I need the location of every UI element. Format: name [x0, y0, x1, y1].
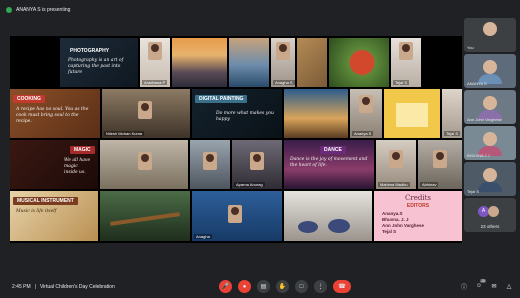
- meet-window: ANANYA S is presenting PHOTOGRAPHY Photo…: [0, 0, 520, 298]
- credits-title: Credits: [405, 194, 431, 202]
- people-icon[interactable]: ☺ 28: [474, 279, 486, 291]
- participant-video: Anagha: [192, 191, 282, 241]
- dance-tile: DANCE Dance is the joy of movement and t…: [284, 140, 374, 189]
- participant-tile[interactable]: ANANYA S: [464, 54, 516, 88]
- painting-artwork: [284, 89, 348, 138]
- participant-video: [100, 140, 188, 189]
- participant-video: Aradhana P: [140, 38, 170, 87]
- captions-icon[interactable]: ▤: [257, 280, 270, 293]
- present-icon: [6, 6, 12, 13]
- participant-name: BHUVNA J J: [467, 153, 490, 158]
- dance-quote: Dance is the joy of movement and the hea…: [290, 157, 368, 168]
- digital-painting-title: DIGITAL PAINTING: [195, 95, 248, 103]
- participant-video: Aparna Anurag: [232, 140, 282, 189]
- participant-name: Aparna Anurag: [234, 182, 265, 187]
- others-tile[interactable]: A 23 others: [464, 198, 516, 232]
- raise-hand-icon[interactable]: ✋: [276, 280, 289, 293]
- cooking-tile: COOKING A recipe has no soul. You as the…: [10, 89, 100, 138]
- participant-video: Abhinav: [418, 140, 462, 189]
- photography-title: PHOTOGRAPHY: [70, 48, 110, 54]
- participant-name: Anagha: [194, 234, 212, 239]
- participant-name: Tejal S: [444, 131, 461, 136]
- musical-instrument-title: MUSICAL INSTRUMENT: [13, 197, 78, 205]
- participant-name: Ann John Varghese: [467, 117, 502, 122]
- cooking-quote: A recipe has no soul. You as the cook mu…: [16, 107, 89, 124]
- participant-video: Mahima Madhu: [376, 140, 416, 189]
- participant-name: ANANYA S: [467, 81, 487, 86]
- mic-off-icon[interactable]: 🎤: [219, 280, 232, 293]
- credits-subtitle: EDITORS: [406, 203, 430, 209]
- drums-performance: [284, 191, 372, 241]
- presenting-banner[interactable]: ANANYA S is presenting: [6, 4, 70, 15]
- presentation-stage: PHOTOGRAPHY Photography is an art of cap…: [10, 36, 462, 243]
- participant-name: Aradhana P: [142, 80, 168, 85]
- dance-title: DANCE: [320, 146, 346, 154]
- chat-icon[interactable]: ✉: [489, 281, 499, 291]
- beach-photo: [229, 38, 269, 87]
- participant-video: Ananya S: [350, 89, 382, 138]
- participant-video: Tejal S: [442, 89, 462, 138]
- participant-name: Anagha S: [273, 80, 295, 85]
- magic-title: MAGIC: [70, 146, 95, 154]
- bottom-bar: 2:45 PM | Virtual Children's Day Celebra…: [0, 276, 520, 298]
- activities-icon[interactable]: △: [504, 281, 514, 291]
- meeting-info: 2:45 PM | Virtual Children's Day Celebra…: [12, 284, 115, 290]
- presenting-text: ANANYA S is presenting: [16, 6, 71, 13]
- others-count: 23 others: [480, 224, 500, 229]
- sunset-photo: [172, 38, 227, 87]
- flower-photo: [329, 38, 389, 87]
- end-call-icon[interactable]: ☎: [333, 280, 351, 293]
- avatar: [488, 206, 499, 217]
- side-panel-icons: ⓘ ☺ 28 ✉ △: [459, 279, 514, 291]
- participant-name: Tejal S: [393, 80, 410, 85]
- participant-video: [190, 140, 230, 189]
- present-screen-icon[interactable]: □: [295, 280, 308, 293]
- participant-tile[interactable]: Tejal S: [464, 162, 516, 196]
- veena-performance: [100, 191, 190, 241]
- digital-painting-quote: Do more what makes you happy: [216, 111, 274, 122]
- more-options-icon[interactable]: ⋮: [314, 280, 327, 293]
- magic-quote: We all have magic inside us.: [64, 158, 91, 175]
- people-count: 28: [480, 279, 486, 283]
- participant-name: Ananya S: [352, 131, 374, 136]
- cooking-title: COOKING: [13, 95, 45, 103]
- magic-tile: MAGIC We all have magic inside us.: [10, 140, 98, 189]
- participant-video: Anagha S: [271, 38, 295, 87]
- sand-photo: [297, 38, 327, 87]
- info-icon[interactable]: ⓘ: [459, 281, 469, 291]
- credits-tile: Credits EDITORS Ananya.S Bhuvna. J. J An…: [374, 191, 462, 241]
- self-tile[interactable]: You: [464, 18, 516, 52]
- participant-name: Tejal S: [467, 189, 480, 194]
- participant-name: Mahima Madhu: [378, 182, 410, 187]
- photography-tile: PHOTOGRAPHY Photography is an art of cap…: [60, 38, 138, 87]
- musical-instrument-tile: MUSICAL INSTRUMENT Music is life itself: [10, 191, 98, 241]
- yellow-artwork: [384, 89, 440, 138]
- participant-name: Nilesh Mohan Kuma: [104, 131, 145, 136]
- separator: |: [34, 284, 36, 290]
- participant-video: Nilesh Mohan Kuma: [102, 89, 190, 138]
- participant-name: Abhinav: [420, 182, 439, 187]
- meeting-name: Virtual Children's Day Celebration: [39, 284, 115, 290]
- clock: 2:45 PM: [12, 284, 31, 290]
- participant-tile[interactable]: BHUVNA J J: [464, 126, 516, 160]
- self-name: You: [467, 45, 474, 50]
- photography-quote: Photography is an art of capturing the p…: [68, 58, 124, 75]
- camera-off-icon[interactable]: ●: [238, 280, 251, 293]
- participant-video: Tejal S: [391, 38, 421, 87]
- digital-painting-tile: DIGITAL PAINTING Do more what makes you …: [192, 89, 282, 138]
- credits-name: Tejal S: [382, 229, 397, 234]
- call-controls: 🎤 ● ▤ ✋ □ ⋮ ☎: [219, 280, 351, 293]
- participant-tile[interactable]: Ann John Varghese: [464, 90, 516, 124]
- musical-instrument-quote: Music is life itself: [16, 209, 57, 214]
